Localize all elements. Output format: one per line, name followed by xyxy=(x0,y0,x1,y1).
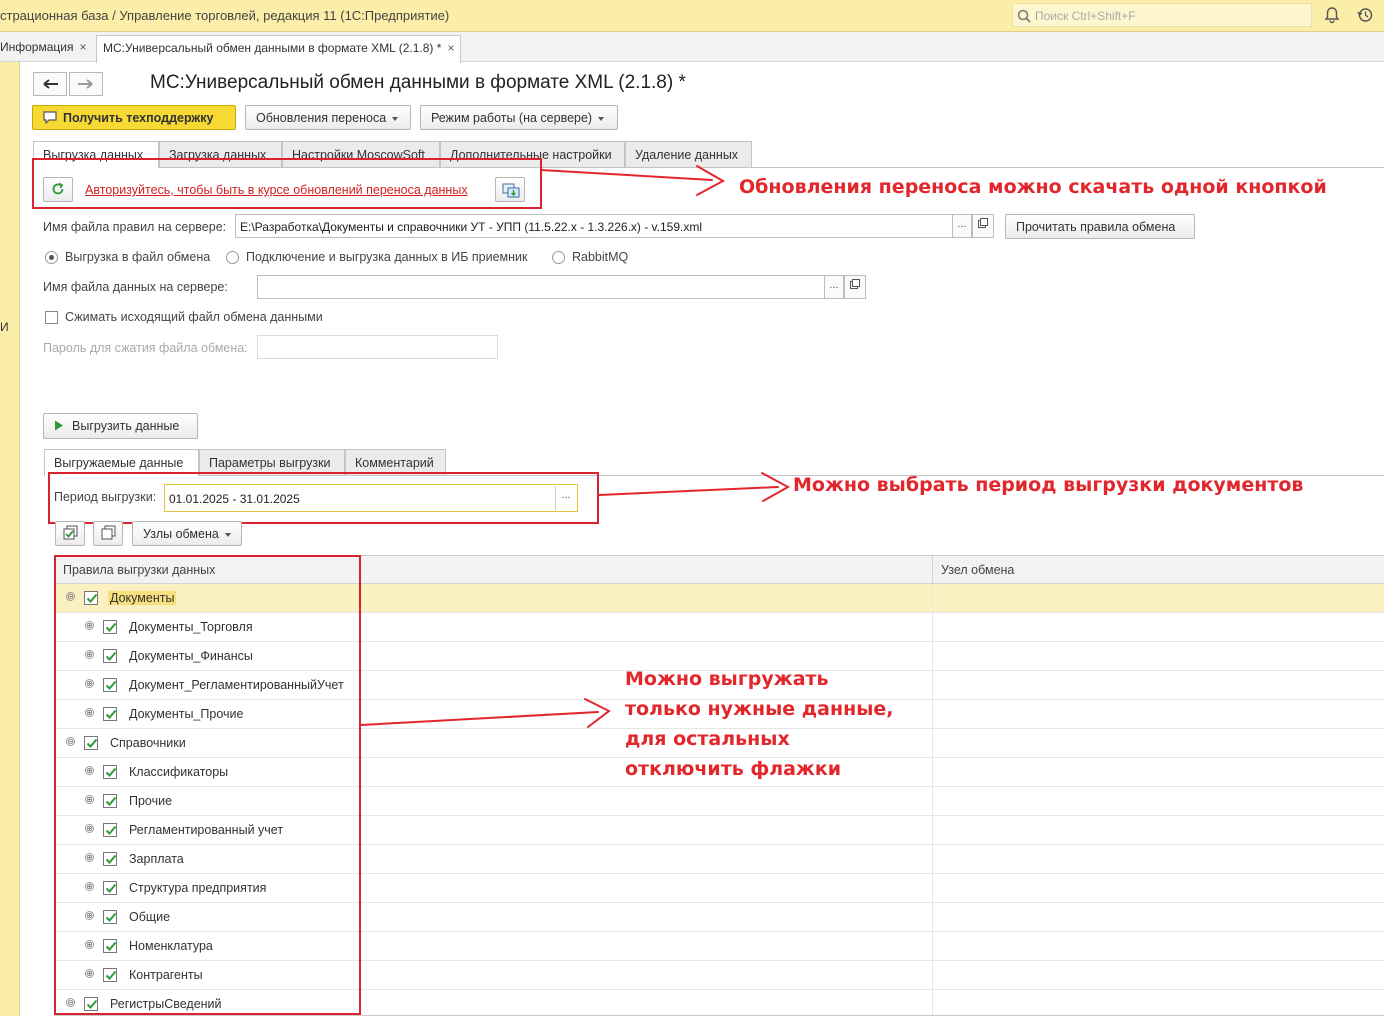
annotation-period: Можно выбрать период выгрузки документов xyxy=(793,474,1304,496)
annotation-updates: Обновления переноса можно скачать одной … xyxy=(739,176,1327,198)
annotation-rules: Можно выгружать только нужные данные, дл… xyxy=(625,664,894,784)
annotation-arrows xyxy=(360,165,791,728)
arrow-updates-line xyxy=(540,169,713,181)
annotation-rules-line: Можно выгружать xyxy=(625,668,829,690)
annotation-rules-line: только нужные данные, xyxy=(625,698,894,720)
annotation-rules-line: отключить флажки xyxy=(625,758,842,780)
arrow-period-line xyxy=(598,486,779,496)
annotation-rules-line: для остальных xyxy=(625,728,790,750)
arrow-rules-line xyxy=(360,711,599,726)
